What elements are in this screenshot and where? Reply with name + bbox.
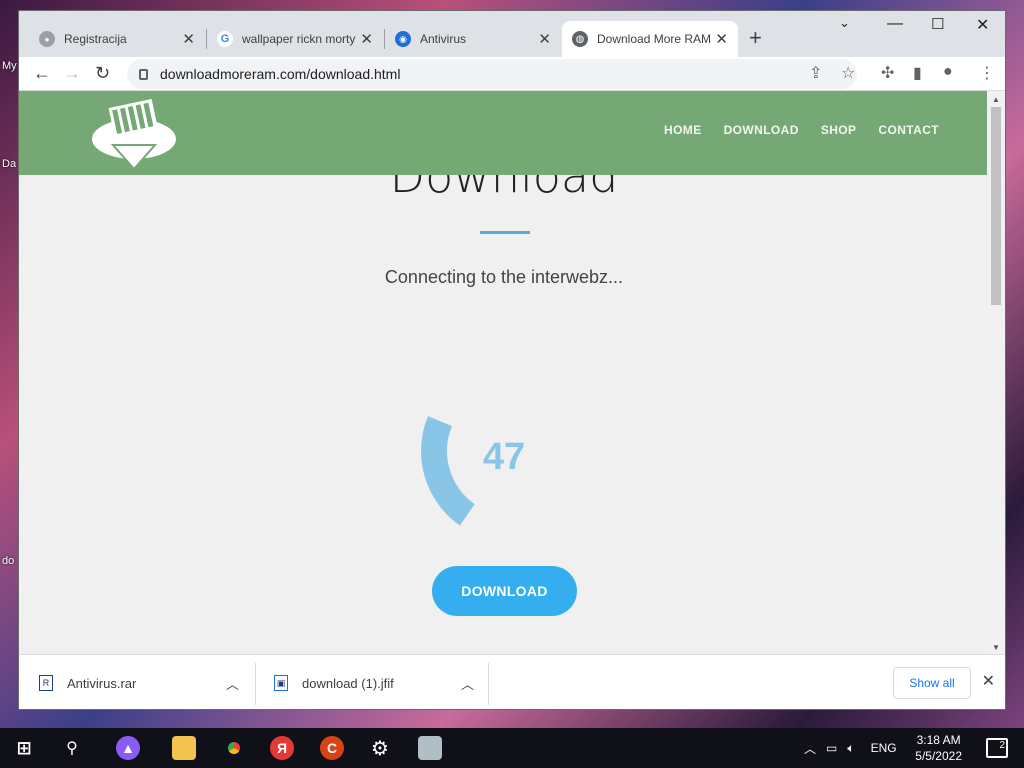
browser-window: ● Registracija ✕ G wallpaper rickn morty… xyxy=(18,10,1006,710)
desktop-label: My xyxy=(2,60,17,72)
side-panel-icon[interactable]: ▮ xyxy=(913,63,922,83)
page-scrollbar[interactable]: ▲ ▼ xyxy=(987,91,1005,654)
menu-icon[interactable]: ⋮ xyxy=(979,63,995,83)
progress-value: 47 xyxy=(482,436,526,478)
heading-divider xyxy=(480,231,530,234)
nav-shop[interactable]: SHOP xyxy=(821,123,857,137)
show-all-button[interactable]: Show all xyxy=(893,667,971,699)
scroll-up-icon[interactable]: ▲ xyxy=(992,95,1000,104)
notification-center-icon[interactable]: 2 xyxy=(986,738,1008,758)
clock-date: 5/5/2022 xyxy=(915,749,962,763)
windows-start-icon[interactable]: ⊞ xyxy=(12,736,36,760)
back-button[interactable]: ← xyxy=(33,63,51,84)
tab-title: Download More RAM xyxy=(597,32,712,46)
ccleaner-icon[interactable]: C xyxy=(320,736,344,760)
tab-registracija[interactable]: ● Registracija ✕ xyxy=(29,21,205,57)
system-clock[interactable]: 3:18 AM 5/5/2022 xyxy=(915,732,962,764)
chevron-up-icon[interactable]: ︿ xyxy=(461,674,474,693)
control-panel-icon[interactable] xyxy=(418,736,442,760)
maximize-button[interactable]: ☐ xyxy=(931,15,944,33)
antivirus-site-icon: ◉ xyxy=(395,31,411,47)
notification-count: 2 xyxy=(999,740,1005,751)
close-tab-icon[interactable]: ✕ xyxy=(538,30,551,48)
chevron-up-icon[interactable]: ︿ xyxy=(226,674,239,693)
download-item[interactable]: R Antivirus.rar ︿ xyxy=(39,663,239,703)
tab-title: Antivirus xyxy=(420,32,467,46)
download-button[interactable]: DOWNLOAD xyxy=(432,566,577,616)
tab-search-icon[interactable]: ⌄ xyxy=(839,15,850,31)
alice-assistant-icon[interactable]: ▲ xyxy=(116,736,140,760)
site-icon: ● xyxy=(39,31,55,47)
address-bar[interactable]: downloadmoreram.com/download.html xyxy=(127,59,857,89)
close-shelf-icon[interactable]: ✕ xyxy=(982,671,995,691)
chevron-up-icon[interactable]: ︿ xyxy=(804,740,816,757)
rar-file-icon: R xyxy=(39,675,53,691)
site-header: HOME DOWNLOAD SHOP CONTACT xyxy=(19,91,989,175)
close-tab-icon[interactable]: ✕ xyxy=(715,30,728,48)
chrome-icon[interactable] xyxy=(222,736,246,760)
tab-title: wallpaper rickn morty xyxy=(242,32,356,46)
close-window-button[interactable]: ✕ xyxy=(976,15,989,35)
connection-status: Connecting to the interwebz... xyxy=(384,267,624,287)
minimize-button[interactable]: — xyxy=(887,15,903,33)
desktop-label: Da xyxy=(2,158,17,170)
tab-wallpaper[interactable]: G wallpaper rickn morty ✕ xyxy=(207,21,383,57)
url-text: downloadmoreram.com/download.html xyxy=(160,66,401,82)
download-filename: Antivirus.rar xyxy=(67,675,137,691)
bookmark-star-icon[interactable]: ☆ xyxy=(841,63,855,83)
site-nav: HOME DOWNLOAD SHOP CONTACT xyxy=(664,123,939,137)
download-item[interactable]: ▣ download (1).jfif ︿ xyxy=(274,663,474,703)
search-icon[interactable]: ⚲ xyxy=(60,736,84,760)
desktop-label: do xyxy=(2,555,15,567)
tab-antivirus[interactable]: ◉ Antivirus ✕ xyxy=(385,21,561,57)
share-icon[interactable]: ⇪ xyxy=(809,63,822,83)
extensions-icon[interactable]: ✣ xyxy=(881,63,894,83)
tab-bar: ● Registracija ✕ G wallpaper rickn morty… xyxy=(19,11,1005,57)
globe-icon: ◍ xyxy=(572,31,588,47)
yandex-browser-icon[interactable]: Я xyxy=(270,736,294,760)
reload-button[interactable]: ↻ xyxy=(95,63,110,84)
nav-download[interactable]: DOWNLOAD xyxy=(724,123,799,137)
google-icon: G xyxy=(217,31,233,47)
nav-contact[interactable]: CONTACT xyxy=(878,123,939,137)
scroll-down-icon[interactable]: ▼ xyxy=(992,643,1000,652)
download-ram-logo xyxy=(92,98,176,171)
close-tab-icon[interactable]: ✕ xyxy=(360,30,373,48)
network-icon[interactable]: ▭ xyxy=(826,741,837,755)
clock-time: 3:18 AM xyxy=(916,733,961,747)
page-viewport: Download Connecting to the interwebz... … xyxy=(19,91,989,654)
new-tab-button[interactable]: + xyxy=(749,25,762,51)
lock-icon xyxy=(139,68,148,80)
forward-button[interactable]: → xyxy=(63,63,81,84)
image-file-icon: ▣ xyxy=(274,675,288,691)
close-tab-icon[interactable]: ✕ xyxy=(182,30,195,48)
download-shelf: R Antivirus.rar ︿ ▣ download (1).jfif ︿ … xyxy=(19,654,1005,709)
volume-icon[interactable]: 🔈︎ xyxy=(847,741,854,756)
file-explorer-icon[interactable] xyxy=(172,736,196,760)
language-indicator[interactable]: ENG xyxy=(871,741,897,755)
nav-home[interactable]: HOME xyxy=(664,123,702,137)
download-filename: download (1).jfif xyxy=(302,675,394,691)
profile-avatar-icon[interactable]: ● xyxy=(943,63,953,81)
settings-gear-icon[interactable]: ⚙ xyxy=(368,736,392,760)
tab-download-more-ram[interactable]: ◍ Download More RAM ✕ xyxy=(562,21,738,57)
browser-toolbar: ← → ↻ downloadmoreram.com/download.html … xyxy=(19,57,1005,91)
tab-title: Registracija xyxy=(64,32,127,46)
system-tray: ︿ ▭ 🔈︎ ENG xyxy=(804,728,897,768)
taskbar: ⊞ ⚲ ▲ Я C ⚙ ︿ ▭ 🔈︎ ENG 3:18 AM 5/5/2022 … xyxy=(0,728,1024,768)
scroll-thumb[interactable] xyxy=(991,107,1001,305)
